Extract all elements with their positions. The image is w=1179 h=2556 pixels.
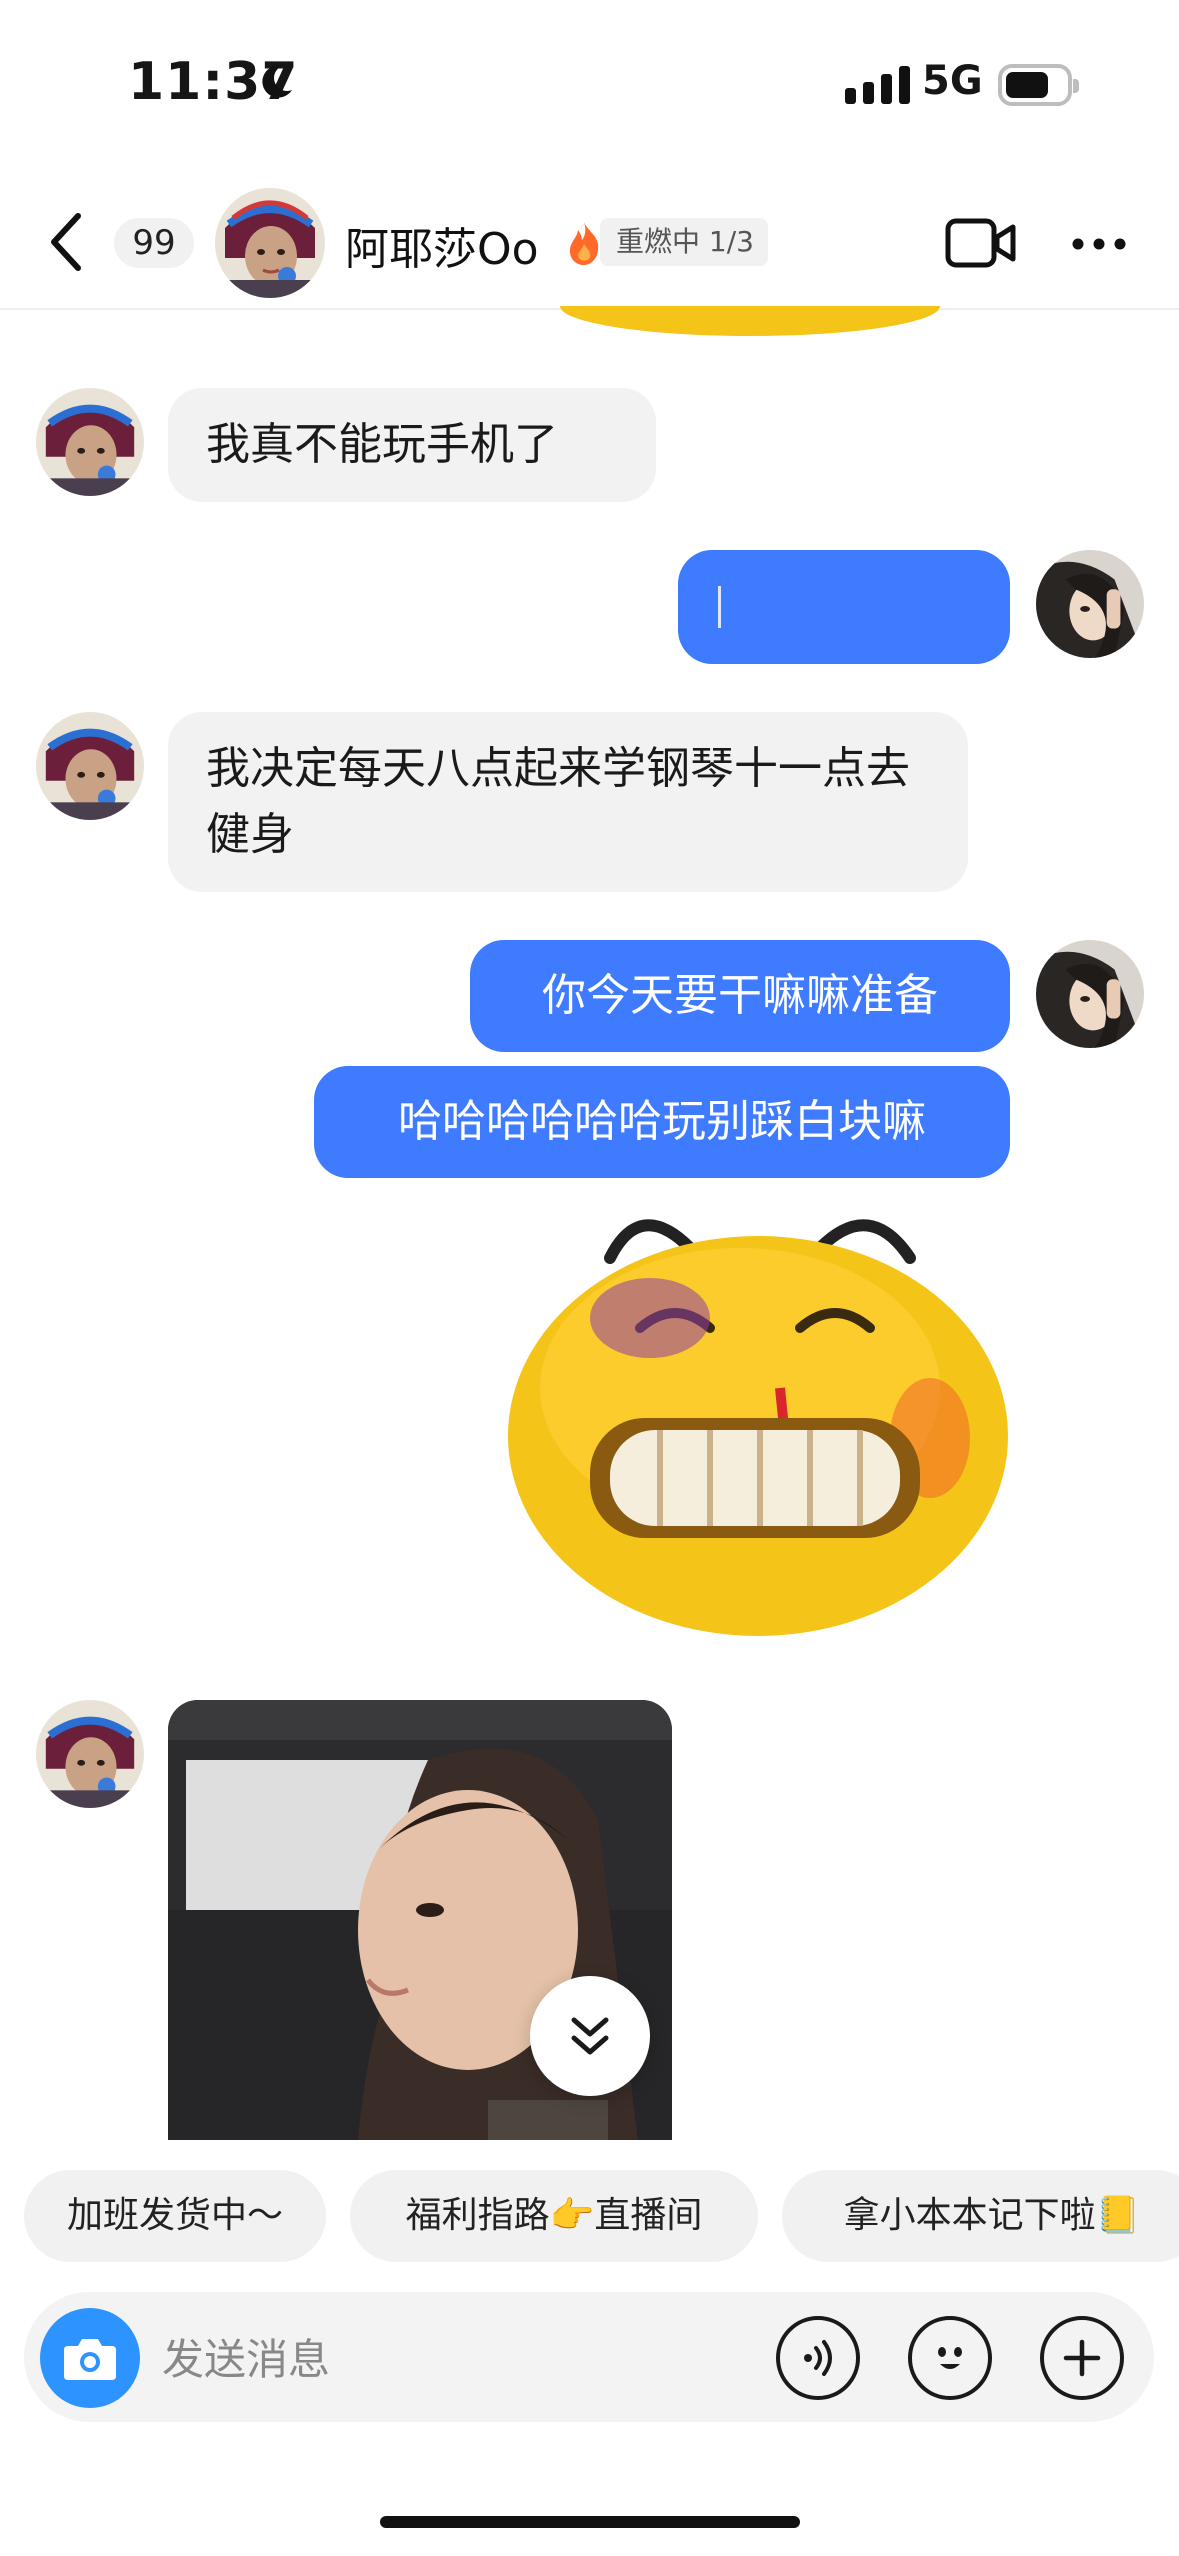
sticker-image-partial[interactable] [560,306,940,336]
home-indicator[interactable] [380,2516,800,2528]
battery-icon [998,64,1079,106]
network-type: 5G [922,58,983,104]
unread-count-badge[interactable]: 99 [114,218,194,268]
double-chevron-down-icon [571,2017,609,2037]
camera-icon [64,2339,116,2380]
contact-name[interactable]: 阿耶莎Oo [345,213,539,277]
message-bubble-incoming[interactable]: 我决定每天八点起来学钢琴十一点去健身 [168,712,968,892]
camera-button[interactable] [40,2308,140,2408]
back-icon[interactable] [46,210,86,278]
quick-reply-chip[interactable]: 拿小本本记下啦📒 [782,2170,1179,2262]
message-input[interactable]: 发送消息 [162,2330,330,2390]
plus-icon[interactable] [1040,2316,1124,2400]
self-avatar[interactable] [1036,550,1144,658]
contact-avatar[interactable] [36,388,144,496]
message-bubble-outgoing[interactable]: 你今天要干嘛嘛准备 [470,940,1010,1052]
scroll-to-bottom-button[interactable] [530,1976,650,2096]
streak-badge[interactable]: 重燃中 1/3 [600,218,768,266]
text-cursor [718,586,721,628]
emoji-icon[interactable] [908,2316,992,2400]
video-call-icon[interactable] [945,215,1017,275]
more-icon[interactable] [1071,236,1127,255]
moon-icon [256,62,296,106]
message-bubble-incoming[interactable]: 我真不能玩手机了 [168,388,656,502]
message-bubble-outgoing[interactable]: 哈哈哈哈哈哈玩别踩白块嘛 [314,1066,1010,1178]
cellular-signal-icon [845,66,910,104]
self-avatar[interactable] [1036,940,1144,1048]
contact-avatar[interactable] [36,1700,144,1808]
contact-avatar[interactable] [215,188,325,298]
grinning-emoji-sticker[interactable] [500,1188,1020,1652]
quick-reply-chip[interactable]: 加班发货中～ [24,2170,326,2262]
message-bubble-outgoing[interactable] [678,550,1010,664]
quick-reply-chip[interactable]: 福利指路👉直播间 [350,2170,758,2262]
fire-icon [566,220,602,270]
voice-icon[interactable] [776,2316,860,2400]
contact-avatar[interactable] [36,712,144,820]
